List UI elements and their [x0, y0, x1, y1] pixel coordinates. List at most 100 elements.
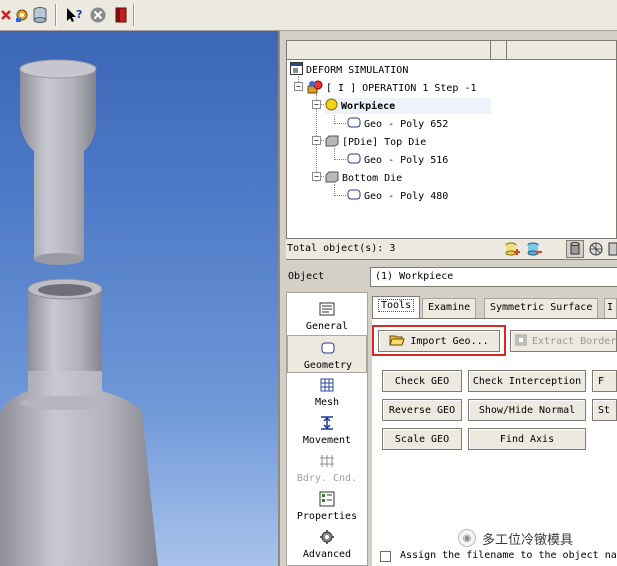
reverse-geo-button[interactable]: Reverse GEO — [382, 399, 462, 421]
collapse-toggle[interactable]: − — [294, 82, 303, 91]
watermark: ◉ 多工位冷镦模具 — [458, 528, 573, 548]
partial-button-2[interactable]: St — [592, 399, 617, 421]
extract-border-button[interactable]: Extract Border — [510, 330, 617, 352]
category-movement[interactable]: Movement — [287, 411, 367, 449]
exit-door-icon[interactable] — [111, 5, 131, 25]
assign-filename-row: Assign the filename to the object na — [380, 548, 617, 564]
assign-filename-label: Assign the filename to the object na — [400, 550, 617, 561]
category-label: Properties — [296, 511, 358, 522]
mesh-grid-icon — [318, 377, 336, 393]
button-label: Find Axis — [499, 433, 555, 445]
workpiece-sphere-icon — [325, 98, 338, 114]
tab-more[interactable]: I — [604, 298, 617, 318]
tree-label: Bottom Die — [342, 172, 403, 184]
button-label: Extract Border — [532, 335, 617, 347]
tab-strip: Tools Examine Symmetric Surface I — [372, 296, 617, 318]
scale-geo-button[interactable]: Scale GEO — [382, 428, 462, 450]
category-list: General Geometry Mesh Movement Bdry. Cnd… — [286, 292, 368, 566]
category-label: Mesh — [314, 397, 340, 408]
category-label: Advanced — [302, 549, 352, 560]
tree-line — [334, 159, 346, 160]
button-label: Scale GEO — [394, 433, 450, 445]
object-dropdown[interactable]: (1) Workpiece — [370, 267, 617, 287]
button-label: Check Interception — [472, 375, 582, 387]
tree-item-operation[interactable]: [ I ] OPERATION 1 Step -1 — [307, 80, 477, 96]
tab-label: Symmetric Surface — [490, 302, 593, 313]
category-mesh[interactable]: Mesh — [287, 373, 367, 411]
geometry-icon — [347, 117, 361, 131]
svg-text:?: ? — [76, 8, 82, 21]
boundary-condition-icon — [318, 453, 336, 469]
tree-line — [334, 195, 346, 196]
more-view-icon[interactable] — [608, 241, 617, 260]
button-label: Show/Hide Normal — [478, 404, 576, 416]
wechat-logo-icon: ◉ — [458, 529, 476, 547]
tree-label: [ I ] OPERATION 1 Step -1 — [326, 82, 477, 94]
tree-item-workpiece[interactable]: Workpiece — [325, 98, 491, 114]
advanced-settings-icon — [318, 529, 336, 545]
geometry-icon — [347, 153, 361, 167]
assign-filename-checkbox[interactable] — [380, 551, 391, 562]
find-axis-button[interactable]: Find Axis — [468, 428, 586, 450]
die-block-icon — [325, 171, 339, 186]
properties-icon — [318, 491, 336, 507]
tree-item-top-die-geo[interactable]: Geo - Poly 516 — [347, 152, 448, 168]
header-column-2[interactable] — [491, 41, 507, 59]
tree-label: [PDie] Top Die — [342, 136, 427, 148]
cancel-circle-icon[interactable] — [88, 5, 108, 25]
tree-item-bottom-die-geo[interactable]: Geo - Poly 480 — [347, 188, 448, 204]
main-toolbar: ? — [0, 0, 617, 31]
tab-tools[interactable]: Tools — [372, 296, 421, 318]
object-tree[interactable]: − − − − DEFORM SIMULATION [ I ] OPERATIO… — [286, 60, 617, 238]
tree-label: Geo - Poly 516 — [364, 154, 449, 166]
category-label: Movement — [302, 435, 352, 446]
geometry-icon — [347, 189, 361, 203]
category-bdry-cnd[interactable]: Bdry. Cnd. — [287, 449, 367, 487]
tree-item-workpiece-geo[interactable]: Geo - Poly 652 — [347, 116, 448, 132]
category-label: Bdry. Cnd. — [296, 473, 358, 484]
tab-examine[interactable]: Examine — [422, 298, 477, 318]
show-hide-normal-button[interactable]: Show/Hide Normal — [468, 399, 586, 421]
check-geo-button[interactable]: Check GEO — [382, 370, 462, 392]
database-icon[interactable] — [30, 5, 50, 25]
category-properties[interactable]: Properties — [287, 487, 367, 525]
tree-label: Workpiece — [341, 100, 396, 112]
tree-column-header — [286, 40, 617, 60]
tree-label: DEFORM SIMULATION — [306, 64, 409, 76]
category-label: General — [305, 321, 349, 332]
tree-label: Geo - Poly 480 — [364, 190, 449, 202]
tree-item-root[interactable]: DEFORM SIMULATION — [290, 62, 408, 78]
toolbar-separator — [55, 4, 57, 26]
tree-item-top-die[interactable]: [PDie] Top Die — [325, 134, 426, 150]
check-interception-button[interactable]: Check Interception — [468, 370, 586, 392]
help-pointer-icon[interactable]: ? — [64, 5, 84, 25]
header-column-1[interactable] — [287, 41, 491, 59]
mesh-view-icon[interactable] — [588, 241, 604, 260]
operation-icon — [307, 80, 323, 97]
model-render — [0, 59, 158, 566]
partial-button-1[interactable]: F — [592, 370, 617, 392]
object-selector-row: Object (1) Workpiece — [286, 266, 617, 288]
collapse-toggle[interactable]: − — [312, 172, 321, 181]
category-label: Geometry — [303, 360, 353, 371]
collapse-toggle[interactable]: − — [312, 100, 321, 109]
view-object-icon[interactable] — [566, 240, 584, 258]
category-general[interactable]: General — [287, 297, 367, 335]
remove-object-icon[interactable] — [526, 241, 542, 260]
collapse-toggle[interactable]: − — [312, 136, 321, 145]
add-object-icon[interactable] — [504, 241, 520, 260]
tree-line — [334, 123, 346, 124]
tree-label: Geo - Poly 652 — [364, 118, 449, 130]
general-icon — [318, 301, 336, 317]
tab-label: I — [607, 302, 614, 313]
die-block-icon — [325, 135, 339, 150]
tab-symmetric-surface[interactable]: Symmetric Surface — [484, 298, 599, 318]
gear-wrench-icon[interactable] — [12, 5, 32, 25]
category-geometry[interactable]: Geometry — [287, 335, 367, 373]
button-label: St — [598, 404, 611, 416]
toolbar-separator — [133, 4, 135, 26]
category-advanced[interactable]: Advanced — [287, 525, 367, 563]
geometry-icon — [319, 340, 337, 356]
tree-item-bottom-die[interactable]: Bottom Die — [325, 170, 402, 186]
3d-viewport[interactable] — [0, 31, 280, 566]
